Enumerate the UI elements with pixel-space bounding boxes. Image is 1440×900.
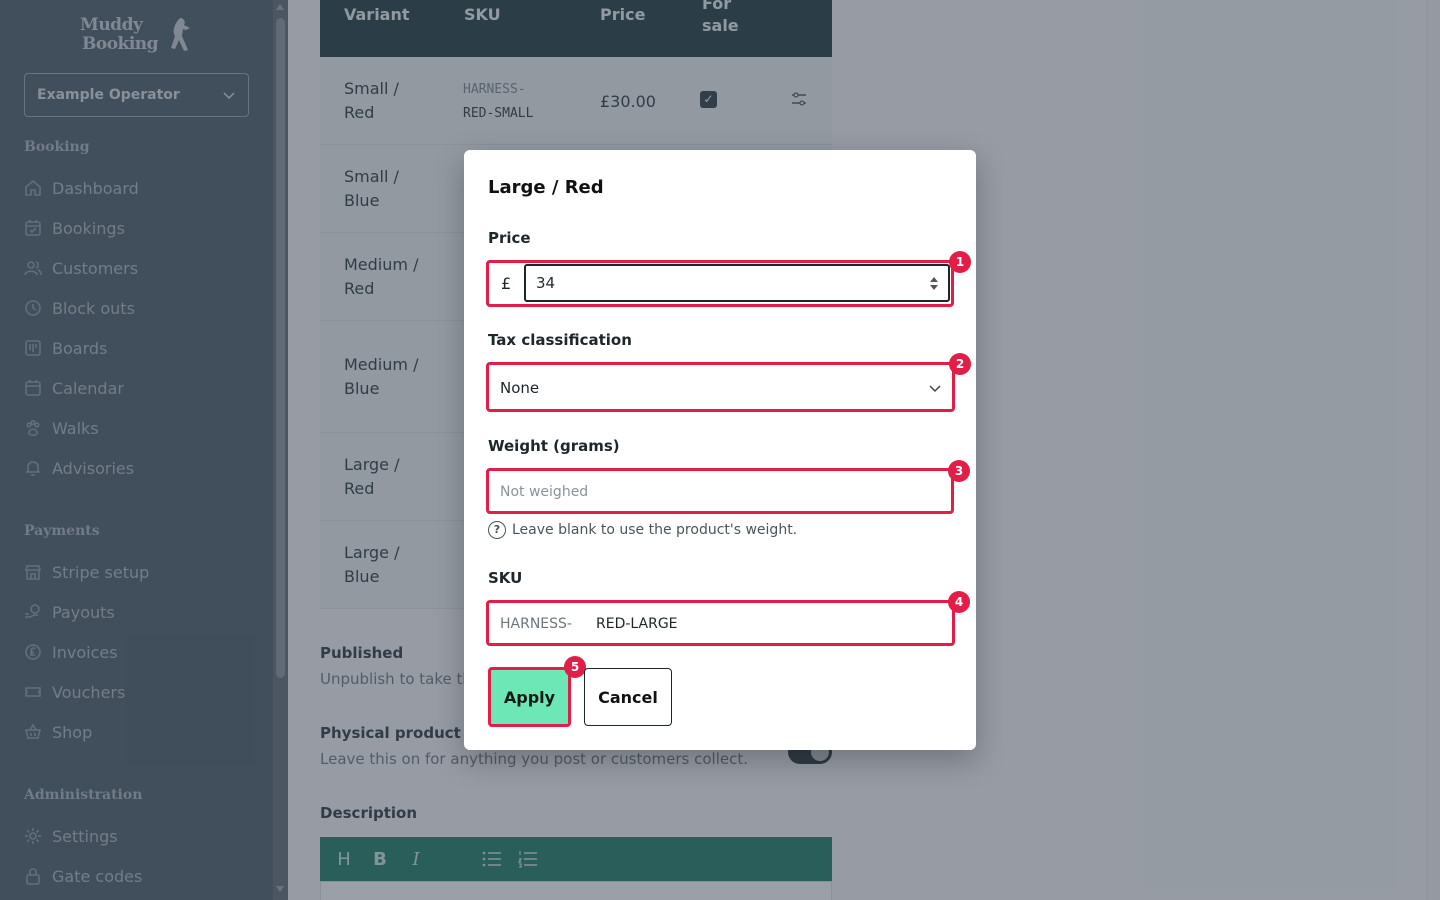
price-input[interactable]: 34: [524, 264, 950, 302]
weight-label: Weight (grams): [488, 437, 620, 455]
number-stepper[interactable]: [930, 276, 938, 290]
weight-input[interactable]: Not weighed: [488, 469, 954, 514]
annotation-badge-5: 5: [564, 656, 586, 678]
sku-prefix: HARNESS-: [500, 615, 572, 632]
annotation-badge-4: 4: [948, 591, 970, 613]
annotation-badge-3: 3: [948, 460, 970, 482]
sku-input[interactable]: HARNESS- RED-LARGE: [488, 601, 954, 646]
tax-classification-value: None: [500, 378, 540, 397]
tax-classification-select[interactable]: None: [488, 363, 954, 412]
stepper-up-icon: [930, 276, 938, 282]
weight-placeholder: Not weighed: [500, 483, 589, 500]
annotation-badge-2: 2: [949, 353, 971, 375]
tax-classification-label: Tax classification: [488, 331, 632, 349]
sku-value: RED-LARGE: [596, 615, 678, 632]
currency-symbol: £: [501, 274, 512, 293]
variant-edit-modal: Large / Red Price £ 34 1 Tax classificat…: [464, 150, 976, 750]
question-circle-icon: ?: [488, 521, 506, 539]
stepper-down-icon: [930, 284, 938, 290]
cancel-button[interactable]: Cancel: [584, 668, 672, 726]
sku-label: SKU: [488, 569, 523, 587]
chevron-down-icon: [929, 384, 941, 392]
price-value: 34: [536, 274, 556, 292]
apply-button[interactable]: Apply: [488, 667, 571, 727]
weight-help: ? Leave blank to use the product's weigh…: [488, 521, 797, 539]
annotation-badge-1: 1: [949, 251, 971, 273]
price-label: Price: [488, 229, 531, 247]
weight-help-text: Leave blank to use the product's weight.: [512, 522, 798, 538]
modal-title: Large / Red: [488, 177, 604, 198]
